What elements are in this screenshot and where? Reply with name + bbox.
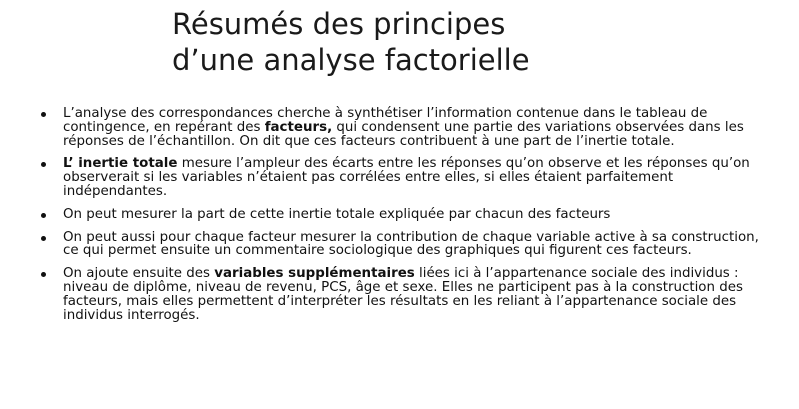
slide-title: Résumés des principes d’une analyse fact… bbox=[172, 6, 732, 78]
bullet-text-bold: facteurs, bbox=[264, 119, 333, 135]
bullet-dot-icon bbox=[41, 162, 46, 168]
bullet-dot-icon bbox=[41, 212, 46, 218]
bullet-dot-icon bbox=[41, 235, 46, 241]
bullet-item: On peut mesurer la part de cette inertie… bbox=[38, 206, 778, 222]
bullet-text-bold: variables supplémentaires bbox=[214, 266, 415, 282]
bullet-list: L’analyse des correspondances cherche à … bbox=[38, 107, 778, 331]
bullet-text-pre: On peut mesurer la part de cette inertie… bbox=[63, 206, 611, 222]
bullet-item: L’ inertie totale mesure l’ampleur des é… bbox=[38, 157, 778, 198]
bullet-item: On peut aussi pour chaque facteur mesure… bbox=[38, 229, 778, 259]
bullet-dot-icon bbox=[41, 272, 46, 278]
bullet-item: On ajoute ensuite des variables suppléme… bbox=[38, 267, 778, 322]
bullet-dot-icon bbox=[41, 112, 46, 117]
title-line-1: Résumés des principes bbox=[172, 7, 506, 41]
slide: Résumés des principes d’une analyse fact… bbox=[0, 0, 799, 409]
bullet-text-pre: On peut aussi pour chaque facteur mesure… bbox=[63, 229, 759, 259]
bullet-text-pre: On ajoute ensuite des bbox=[63, 266, 215, 282]
bullet-item: L’analyse des correspondances cherche à … bbox=[38, 107, 778, 148]
title-line-2: d’une analyse factorielle bbox=[172, 43, 530, 77]
